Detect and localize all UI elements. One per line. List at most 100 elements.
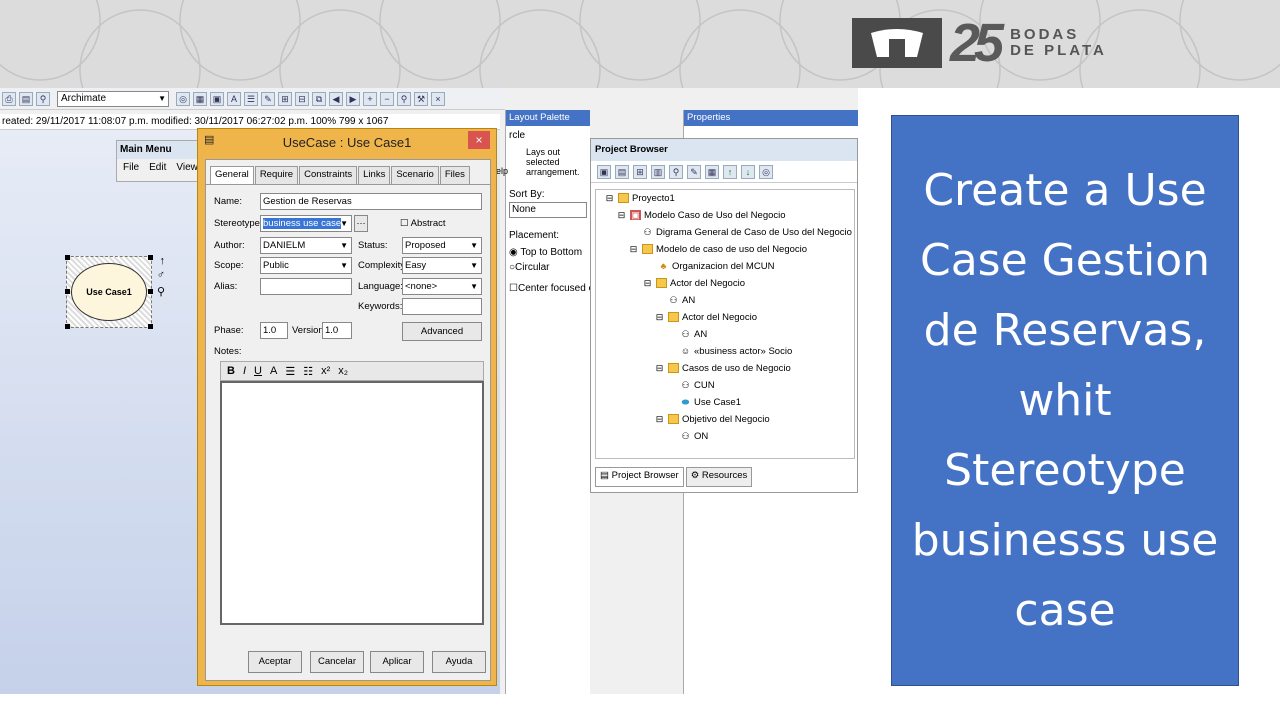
collapse-icon[interactable]: ⊟ xyxy=(654,363,665,373)
center-checkbox[interactable]: ☐Center focused ele xyxy=(506,275,602,302)
new-element-icon[interactable]: ▥ xyxy=(651,164,665,179)
document-icon[interactable]: ✎ xyxy=(687,164,701,179)
collapse-icon[interactable]: ⊟ xyxy=(604,193,615,203)
resize-handle[interactable] xyxy=(65,289,70,294)
tab-scenario[interactable]: Scenario xyxy=(391,166,439,184)
scope-select[interactable]: Public ▼ xyxy=(260,257,352,274)
tree-node[interactable]: ⚇ ON xyxy=(680,428,708,444)
back-icon[interactable]: ◀ xyxy=(329,91,343,106)
phase-field[interactable]: 1.0 xyxy=(260,322,288,339)
align-icon[interactable]: ⊞ xyxy=(278,91,292,106)
resize-handle[interactable] xyxy=(65,255,70,260)
tree-node[interactable]: ⬬ Use Case1 xyxy=(680,394,741,410)
status-select[interactable]: Proposed ▼ xyxy=(402,237,482,254)
tab-links[interactable]: Links xyxy=(358,166,391,184)
author-select[interactable]: DANIELM ▼ xyxy=(260,237,352,254)
tree-node[interactable]: ♣ Organizacion del MCUN xyxy=(658,258,775,274)
stereotype-browse-button[interactable]: … xyxy=(354,215,368,232)
use-case-element[interactable]: Use Case1 ↑ ♂ ⚲ xyxy=(65,255,165,329)
tree-node[interactable]: ⊟ Objetivo del Negocio xyxy=(654,411,770,427)
resize-handle[interactable] xyxy=(148,289,153,294)
zoom-icon[interactable]: ⚲ xyxy=(36,91,50,106)
toolbox-combo[interactable]: Archimate ▼ xyxy=(57,90,169,107)
numbered-list-icon[interactable]: ☷ xyxy=(303,365,313,378)
tree-node[interactable]: ⊟ ▣ Modelo Caso de Uso del Negocio xyxy=(616,207,786,223)
font-color-icon[interactable]: A xyxy=(270,365,277,377)
version-field[interactable]: 1.0 xyxy=(322,322,352,339)
cancel-button[interactable]: Cancelar xyxy=(310,651,364,673)
forward-icon[interactable]: ▶ xyxy=(346,91,360,106)
abstract-checkbox[interactable]: ☐ Abstract xyxy=(400,218,446,229)
move-up-icon[interactable]: ↑ xyxy=(723,164,737,179)
resize-handle[interactable] xyxy=(65,324,70,329)
list-icon[interactable]: ☰ xyxy=(244,91,258,106)
tree-node[interactable]: ⊟ Actor del Negocio xyxy=(654,309,757,325)
menu-edit[interactable]: Edit xyxy=(149,162,166,173)
italic-icon[interactable]: I xyxy=(243,365,246,377)
menu-file[interactable]: File xyxy=(123,162,139,173)
tree-node[interactable]: ⚇ Digrama General de Caso de Uso del Nego… xyxy=(642,224,851,240)
use-case-ellipse[interactable]: Use Case1 xyxy=(71,263,147,321)
resize-handle[interactable] xyxy=(148,255,153,260)
zoom-fit-icon[interactable]: ⚲ xyxy=(397,91,411,106)
resize-handle[interactable] xyxy=(148,324,153,329)
tab-constraints[interactable]: Constraints xyxy=(299,166,358,184)
collapse-icon[interactable]: ⊟ xyxy=(642,278,653,288)
tab-files[interactable]: Files xyxy=(439,166,470,184)
advanced-button[interactable]: Advanced xyxy=(402,322,482,341)
bold-icon[interactable]: B xyxy=(227,365,235,377)
target-icon[interactable]: ◎ xyxy=(176,91,190,106)
search-icon[interactable]: ⚲ xyxy=(157,285,165,298)
grid-icon[interactable]: ▦ xyxy=(193,91,207,106)
tree-node[interactable]: ⊟ Casos de uso de Negocio xyxy=(654,360,791,376)
subscript-icon[interactable]: x₂ xyxy=(338,365,348,377)
tree-node[interactable]: ⊟ Actor del Negocio xyxy=(642,275,745,291)
language-select[interactable]: <none> ▼ xyxy=(402,278,482,295)
collapse-icon[interactable]: ⊟ xyxy=(628,244,639,254)
tab-require[interactable]: Require xyxy=(254,166,299,184)
note-icon[interactable]: ▣ xyxy=(210,91,224,106)
zoom-out-icon[interactable]: − xyxy=(380,91,394,106)
radio-circular[interactable]: ○Circular xyxy=(506,260,590,275)
new-diagram-icon[interactable]: ⊞ xyxy=(633,164,647,179)
bullet-list-icon[interactable]: ☰ xyxy=(285,365,295,378)
apply-button[interactable]: Aplicar xyxy=(370,651,424,673)
zoom-in-icon[interactable]: + xyxy=(363,91,377,106)
superscript-icon[interactable]: x² xyxy=(321,365,330,377)
tab-project-browser[interactable]: ▤ Project Browser xyxy=(595,467,684,487)
target-icon[interactable]: ◎ xyxy=(759,164,773,179)
palette-help[interactable]: elp xyxy=(496,166,508,176)
layer-icon[interactable]: ⧉ xyxy=(312,91,326,106)
accept-button[interactable]: Aceptar xyxy=(248,651,302,673)
notes-textarea[interactable] xyxy=(220,381,484,625)
distribute-icon[interactable]: ⊟ xyxy=(295,91,309,106)
close-icon[interactable]: × xyxy=(431,91,445,106)
tree-node[interactable]: ⚇ CUN xyxy=(680,377,714,393)
complexity-select[interactable]: Easy ▼ xyxy=(402,257,482,274)
tree-node[interactable]: ⚇ AN xyxy=(680,326,707,342)
palette-item[interactable]: rcle xyxy=(506,126,590,145)
tab-resources[interactable]: ⚙ Resources xyxy=(685,467,753,487)
move-down-icon[interactable]: ↓ xyxy=(741,164,755,179)
tools-icon[interactable]: ⚒ xyxy=(414,91,428,106)
tab-general[interactable]: General xyxy=(210,166,254,184)
page-icon[interactable]: ▤ xyxy=(19,91,33,106)
print-icon[interactable]: ⎙ xyxy=(2,91,16,106)
underline-icon[interactable]: U xyxy=(254,365,262,377)
alias-field[interactable] xyxy=(260,278,352,295)
close-button[interactable]: × xyxy=(468,131,490,149)
collapse-icon[interactable]: ⊟ xyxy=(654,312,665,322)
tree-node[interactable]: ☺ «business actor» Socio xyxy=(680,343,792,359)
menu-view[interactable]: View xyxy=(176,162,198,173)
new-folder-icon[interactable]: ▤ xyxy=(615,164,629,179)
radio-top-to-bottom[interactable]: ◉ Top to Bottom xyxy=(506,245,590,260)
report-icon[interactable]: ▦ xyxy=(705,164,719,179)
stereotype-select[interactable]: business use case ▼ xyxy=(260,215,352,232)
paint-icon[interactable]: ✎ xyxy=(261,91,275,106)
arrow-up-icon[interactable]: ↑ xyxy=(160,255,166,267)
sort-select[interactable]: None xyxy=(509,202,587,218)
tree-node[interactable]: ⚇ AN xyxy=(668,292,695,308)
tree-node[interactable]: ⊟ Proyecto1 xyxy=(604,190,675,206)
name-field[interactable]: Gestion de Reservas xyxy=(260,193,482,210)
collapse-icon[interactable]: ⊟ xyxy=(616,210,627,220)
